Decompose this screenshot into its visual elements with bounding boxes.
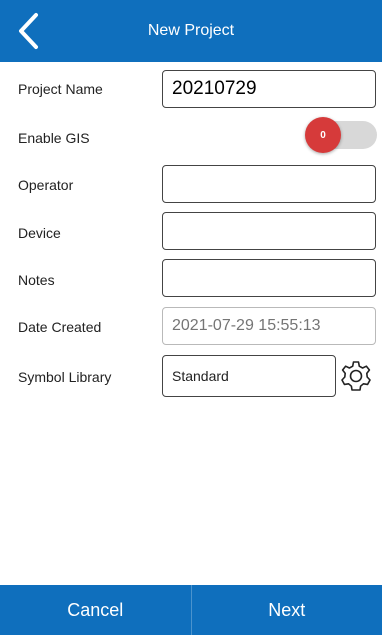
- back-button[interactable]: [14, 12, 44, 50]
- notes-input[interactable]: [162, 259, 376, 297]
- operator-input[interactable]: [162, 165, 376, 203]
- next-button[interactable]: Next: [192, 585, 382, 635]
- page-title: New Project: [147, 22, 235, 39]
- symbol-library-input[interactable]: [162, 355, 336, 397]
- project-name-label: Project Name: [18, 81, 103, 97]
- symbol-library-settings-button[interactable]: [339, 359, 373, 393]
- device-label: Device: [18, 225, 61, 241]
- date-created-label: Date Created: [18, 319, 102, 335]
- toggle-knob: 0: [305, 117, 341, 153]
- app-header: New Project: [0, 0, 382, 62]
- enable-gis-label: Enable GIS: [18, 130, 90, 146]
- cancel-button[interactable]: Cancel: [0, 585, 191, 635]
- symbol-library-label: Symbol Library: [18, 369, 112, 385]
- bottom-action-bar: Cancel Next: [0, 585, 382, 635]
- enable-gis-toggle[interactable]: 0: [305, 117, 377, 153]
- device-input[interactable]: [162, 212, 376, 250]
- project-name-input[interactable]: [162, 70, 376, 108]
- gear-icon: [341, 361, 371, 391]
- toggle-state-text: 0: [320, 129, 326, 141]
- date-created-input[interactable]: [162, 307, 376, 345]
- operator-label: Operator: [18, 177, 74, 193]
- notes-label: Notes: [18, 272, 55, 288]
- chevron-left-icon: [19, 13, 38, 49]
